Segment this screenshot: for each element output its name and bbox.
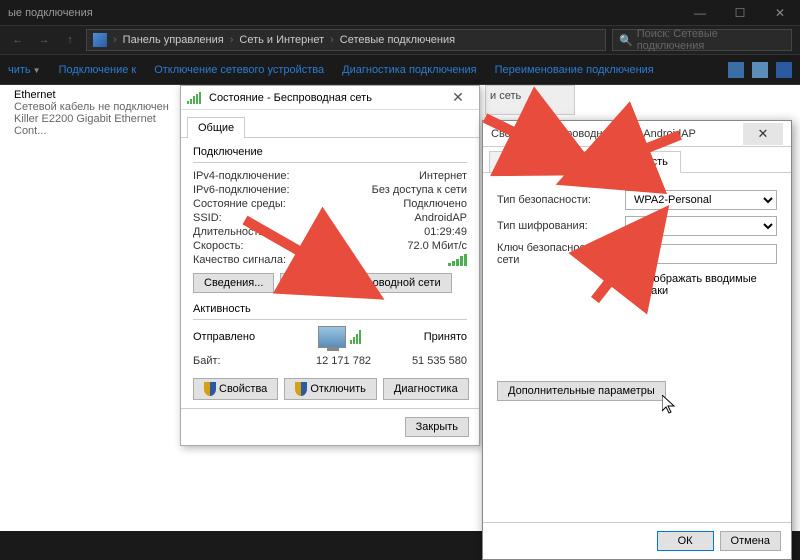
toolbar-item-5[interactable]: Переименование подключения xyxy=(495,64,654,76)
address-bar: ← → ↑ › Панель управления › Сеть и Интер… xyxy=(0,25,800,55)
toolbar-item-1[interactable]: чить▼ xyxy=(8,64,41,76)
advanced-button[interactable]: Дополнительные параметры xyxy=(497,381,666,401)
properties-button[interactable]: Свойства xyxy=(193,378,278,400)
view-icon[interactable] xyxy=(728,62,744,78)
maximize-button[interactable]: ☐ xyxy=(720,0,760,25)
up-button[interactable]: ↑ xyxy=(60,30,80,50)
signal-quality-bars xyxy=(448,254,467,266)
ipv6-label: IPv6-подключение: xyxy=(193,184,290,196)
status-dialog-title: Состояние - Беспроводная сеть xyxy=(209,92,372,104)
back-button[interactable]: ← xyxy=(8,30,28,50)
toolbar: чить▼ Подключение к Отключение сетевого … xyxy=(0,55,800,85)
monitor-icon xyxy=(318,326,346,348)
status-dialog-close[interactable]: ✕ xyxy=(443,89,473,106)
details-button[interactable]: Сведения... xyxy=(193,273,274,293)
toolbar-item-2[interactable]: Подключение к xyxy=(59,64,137,76)
security-key-input[interactable] xyxy=(625,244,777,264)
ok-button[interactable]: ОК xyxy=(657,531,714,551)
speed-value: 72.0 Мбит/с xyxy=(407,240,467,252)
ethernet-status: Сетевой кабель не подключен xyxy=(14,101,176,113)
breadcrumb-p1[interactable]: Панель управления xyxy=(123,34,224,46)
mouse-cursor-icon xyxy=(662,395,678,420)
show-chars-checkbox[interactable] xyxy=(623,279,636,292)
bytes-sent: 12 171 782 xyxy=(316,355,371,367)
breadcrumb[interactable]: › Панель управления › Сеть и Интернет › … xyxy=(86,29,606,51)
security-type-label: Тип безопасности: xyxy=(497,194,617,206)
tab-general[interactable]: Общие xyxy=(187,117,245,138)
wireless-status-dialog: Состояние - Беспроводная сеть ✕ Общие По… xyxy=(180,85,480,446)
wireless-properties-button[interactable]: Свойства беспроводной сети xyxy=(280,273,451,293)
props-dialog-titlebar[interactable]: Свойства беспроводной сети AndroidAP ✕ xyxy=(483,121,791,147)
media-label: Состояние среды: xyxy=(193,198,286,210)
props-tabstrip: Подключение Безопасность xyxy=(483,147,791,173)
status-tabstrip: Общие xyxy=(181,114,479,138)
control-panel-icon xyxy=(93,33,107,47)
signal-icon xyxy=(187,92,203,104)
background-adapter-item: и сеть xyxy=(485,85,575,115)
shield-icon xyxy=(295,382,307,396)
search-placeholder: Поиск: Сетевые подключения xyxy=(637,28,785,52)
minimize-button[interactable]: — xyxy=(680,0,720,25)
bytes-label: Байт: xyxy=(193,355,221,367)
help-icon[interactable] xyxy=(776,62,792,78)
layout-icon[interactable] xyxy=(752,62,768,78)
ethernet-adapter-item[interactable]: Ethernet Сетевой кабель не подключен Kil… xyxy=(10,85,180,141)
breadcrumb-p3[interactable]: Сетевые подключения xyxy=(340,34,455,46)
group-connection: Подключение xyxy=(193,146,467,158)
quality-label: Качество сигнала: xyxy=(193,254,286,266)
ipv4-value: Интернет xyxy=(419,170,467,182)
close-button[interactable]: Закрыть xyxy=(405,417,469,437)
ssid-label: SSID: xyxy=(193,212,222,224)
duration-label: Длительность: xyxy=(193,226,267,238)
shield-icon xyxy=(204,382,216,396)
diagnose-button[interactable]: Диагностика xyxy=(383,378,469,400)
toolbar-item-3[interactable]: Отключение сетевого устройства xyxy=(154,64,324,76)
search-input[interactable]: 🔍 Поиск: Сетевые подключения xyxy=(612,29,792,51)
show-chars-label: Отображать вводимые знаки xyxy=(640,273,777,297)
status-dialog-titlebar[interactable]: Состояние - Беспроводная сеть ✕ xyxy=(181,86,479,110)
window-titlebar: ые подключения — ☐ ✕ xyxy=(0,0,800,25)
encryption-select[interactable]: AES xyxy=(625,216,777,236)
props-dialog-title: Свойства беспроводной сети AndroidAP xyxy=(491,128,696,140)
ssid-value: AndroidAP xyxy=(414,212,467,224)
props-dialog-close[interactable]: ✕ xyxy=(743,123,783,145)
ethernet-title: Ethernet xyxy=(14,89,176,101)
tab-connection[interactable]: Подключение xyxy=(489,151,585,173)
speed-label: Скорость: xyxy=(193,240,244,252)
ipv6-value: Без доступа к сети xyxy=(372,184,467,196)
ipv4-label: IPv4-подключение: xyxy=(193,170,290,182)
close-button[interactable]: ✕ xyxy=(760,0,800,25)
security-type-select[interactable]: WPA2-Personal xyxy=(625,190,777,210)
bytes-recv: 51 535 580 xyxy=(412,355,467,367)
media-value: Подключено xyxy=(403,198,467,210)
tab-security[interactable]: Безопасность xyxy=(585,151,681,173)
duration-value: 01:29:49 xyxy=(424,226,467,238)
wireless-properties-dialog: Свойства беспроводной сети AndroidAP ✕ П… xyxy=(482,120,792,560)
breadcrumb-p2[interactable]: Сеть и Интернет xyxy=(239,34,324,46)
toolbar-item-4[interactable]: Диагностика подключения xyxy=(342,64,476,76)
recv-label: Принято xyxy=(424,331,467,343)
key-label: Ключ безопасности сети xyxy=(497,242,617,266)
window-title: ые подключения xyxy=(8,7,93,19)
activity-icon xyxy=(318,326,361,348)
sent-label: Отправлено xyxy=(193,331,255,343)
encryption-label: Тип шифрования: xyxy=(497,220,617,232)
signal-icon-small xyxy=(350,330,361,344)
content-area: Ethernet Сетевой кабель не подключен Kil… xyxy=(0,85,800,531)
group-activity: Активность xyxy=(193,303,467,315)
forward-button[interactable]: → xyxy=(34,30,54,50)
ethernet-adapter: Killer E2200 Gigabit Ethernet Cont... xyxy=(14,113,176,137)
cancel-button[interactable]: Отмена xyxy=(720,531,781,551)
disable-button[interactable]: Отключить xyxy=(284,378,377,400)
